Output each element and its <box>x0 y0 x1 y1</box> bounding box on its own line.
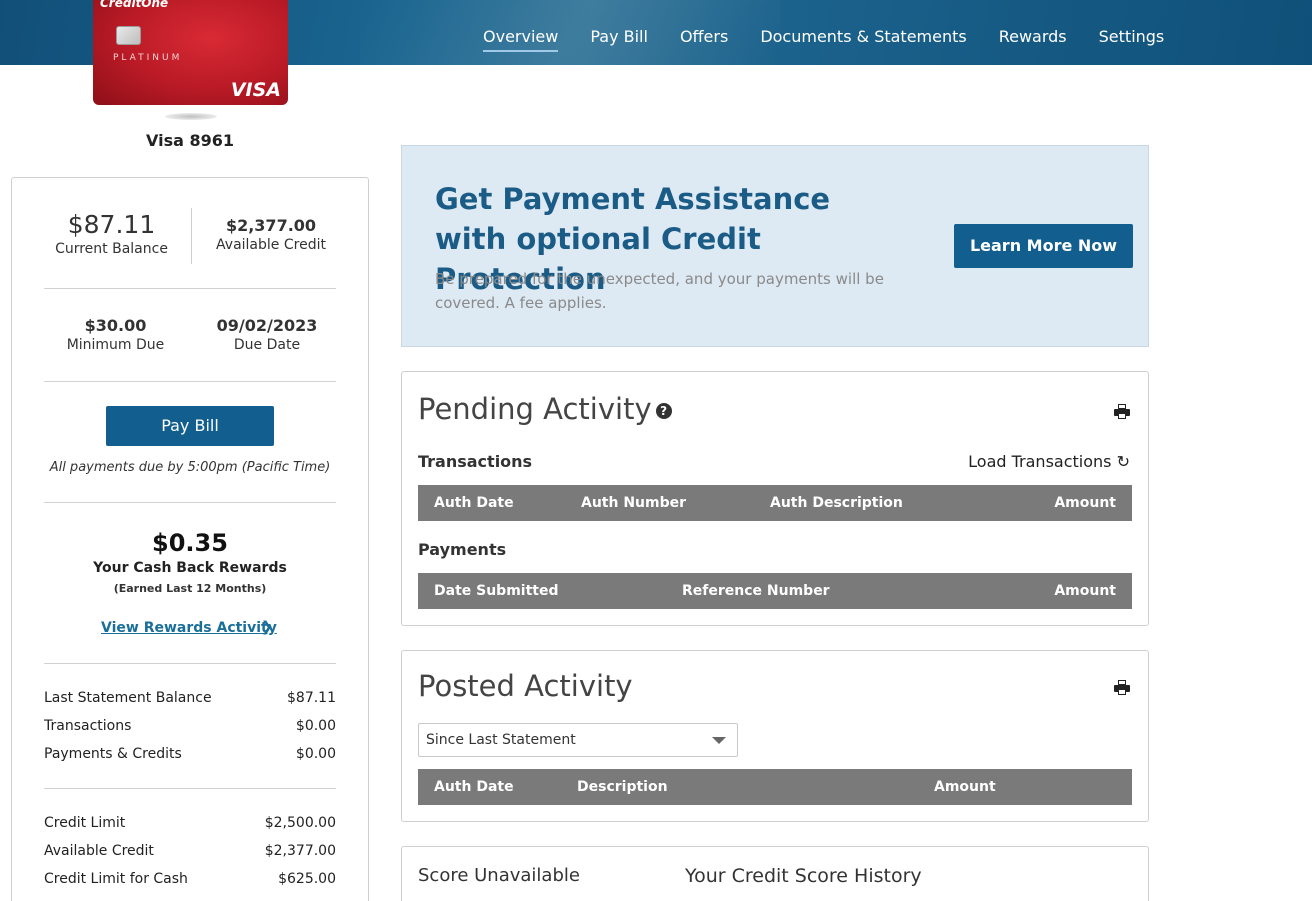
payments-label: Payments <box>418 540 507 559</box>
credit-row: Credit Limit for Cash $625.00 <box>44 871 336 887</box>
column-header-auth-number[interactable]: Auth Number <box>581 495 686 511</box>
view-rewards-activity-link[interactable]: View Rewards Activity <box>101 620 277 636</box>
pending-activity-panel: Pending Activity? Transactions Load Tran… <box>401 371 1149 626</box>
load-transactions-button[interactable]: Load Transactions ↻ <box>968 452 1130 471</box>
credit-score-history-title: Your Credit Score History <box>685 865 922 887</box>
stat-divider <box>191 208 192 264</box>
statement-row: Last Statement Balance $87.11 <box>44 690 336 706</box>
statement-row-value: $87.11 <box>287 690 336 706</box>
cash-back-rewards-label: Your Cash Back Rewards <box>93 560 287 576</box>
credit-row-value: $2,500.00 <box>264 815 336 831</box>
nav-rewards[interactable]: Rewards <box>999 27 1067 46</box>
pending-activity-title: Pending Activity? <box>418 392 672 426</box>
cash-back-rewards-amount: $0.35 <box>152 529 228 557</box>
card-name: Visa 8961 <box>145 131 234 150</box>
print-icon[interactable] <box>1114 680 1130 695</box>
account-summary: $87.11 Current Balance $2,377.00 Availab… <box>11 177 369 901</box>
minimum-due-label: Minimum Due <box>66 337 165 353</box>
main-nav: Overview Pay Bill Offers Documents & Sta… <box>483 27 1196 52</box>
due-date-label: Due Date <box>233 337 301 353</box>
available-credit-label: Available Credit <box>216 237 326 253</box>
chevron-down-icon <box>712 737 726 744</box>
column-header-auth-description[interactable]: Auth Description <box>770 495 903 511</box>
nav-documents-statements[interactable]: Documents & Statements <box>760 27 966 46</box>
current-balance-value: $87.11 <box>67 210 156 239</box>
statement-row-label: Payments & Credits <box>44 746 182 762</box>
print-icon[interactable] <box>1114 404 1130 419</box>
column-header-amount[interactable]: Amount <box>934 779 996 795</box>
available-credit-stat: $2,377.00 Available Credit <box>202 216 340 253</box>
posted-activity-panel: Posted Activity Since Last Statement Aut… <box>401 650 1149 822</box>
statement-row-label: Transactions <box>44 718 132 734</box>
statement-period-select[interactable]: Since Last Statement <box>418 723 738 757</box>
credit-row-value: $2,377.00 <box>264 843 336 859</box>
chevron-right-icon[interactable]: ❯ <box>261 619 273 635</box>
available-credit-value: $2,377.00 <box>225 216 317 235</box>
cash-back-rewards-period: (Earned Last 12 Months) <box>113 582 267 595</box>
credit-score-panel: Score Unavailable Your Credit Score Hist… <box>401 846 1149 901</box>
pending-activity-title-text: Pending Activity <box>418 392 652 426</box>
column-header-amount[interactable]: Amount <box>1054 495 1116 511</box>
statement-row-value: $0.00 <box>295 718 336 734</box>
help-icon[interactable]: ? <box>655 403 672 419</box>
refresh-icon[interactable]: ↻ <box>1117 452 1130 471</box>
column-header-date-submitted[interactable]: Date Submitted <box>434 583 559 599</box>
pending-transactions-header: Auth Date Auth Number Auth Description A… <box>418 485 1132 521</box>
credit-row-label: Available Credit <box>44 843 154 859</box>
posted-activity-title: Posted Activity <box>418 669 633 703</box>
card-tier: PLATINUM <box>113 53 183 63</box>
credit-row: Available Credit $2,377.00 <box>44 843 336 859</box>
statement-period-value: Since Last Statement <box>426 732 576 748</box>
statement-row: Payments & Credits $0.00 <box>44 746 336 762</box>
divider <box>44 381 336 382</box>
card-shadow <box>165 113 217 120</box>
divider <box>44 502 336 503</box>
posted-activity-header: Auth Date Description Amount <box>418 769 1132 805</box>
due-date-value: 09/02/2023 <box>216 316 318 335</box>
divider <box>44 788 336 789</box>
nav-offers[interactable]: Offers <box>680 27 728 46</box>
credit-row-label: Credit Limit for Cash <box>44 871 188 887</box>
credit-row: Credit Limit $2,500.00 <box>44 815 336 831</box>
promo-text: Be prepared for the unexpected, and your… <box>435 270 884 312</box>
statement-row: Transactions $0.00 <box>44 718 336 734</box>
column-header-auth-date[interactable]: Auth Date <box>434 779 514 795</box>
card-brand-logo: CreditOne <box>100 0 169 10</box>
current-balance-label: Current Balance <box>55 241 168 257</box>
column-header-reference-number[interactable]: Reference Number <box>682 583 830 599</box>
statement-row-value: $0.00 <box>295 746 336 762</box>
current-balance-stat: $87.11 Current Balance <box>44 210 179 257</box>
credit-row-label: Credit Limit <box>44 815 126 831</box>
visa-logo: VISA <box>230 79 281 101</box>
pay-bill-button[interactable]: Pay Bill <box>106 406 274 446</box>
column-header-amount[interactable]: Amount <box>1054 583 1116 599</box>
divider <box>44 288 336 289</box>
credit-protection-promo: Get Payment Assistance with optional Cre… <box>401 145 1149 347</box>
load-transactions-label: Load Transactions <box>968 452 1112 471</box>
card-chip-icon <box>116 26 141 45</box>
pending-payments-header: Date Submitted Reference Number Amount <box>418 573 1132 609</box>
learn-more-button[interactable]: Learn More Now <box>954 224 1133 268</box>
divider <box>44 663 336 664</box>
nav-overview[interactable]: Overview <box>483 27 559 52</box>
column-header-description[interactable]: Description <box>577 779 668 795</box>
credit-row-value: $625.00 <box>278 871 336 887</box>
score-status: Score Unavailable <box>418 865 580 886</box>
minimum-due-value: $30.00 <box>84 316 147 335</box>
nav-settings[interactable]: Settings <box>1099 27 1165 46</box>
payment-due-note: All payments due by 5:00pm (Pacific Time… <box>49 460 331 475</box>
transactions-label: Transactions <box>418 452 533 471</box>
statement-row-label: Last Statement Balance <box>44 690 212 706</box>
minimum-due-stat: $30.00 Minimum Due <box>48 316 183 353</box>
nav-pay-bill[interactable]: Pay Bill <box>590 27 648 46</box>
credit-card-image: CreditOne PLATINUM VISA <box>93 0 288 105</box>
due-date-stat: 09/02/2023 Due Date <box>202 316 332 353</box>
column-header-auth-date[interactable]: Auth Date <box>434 495 514 511</box>
